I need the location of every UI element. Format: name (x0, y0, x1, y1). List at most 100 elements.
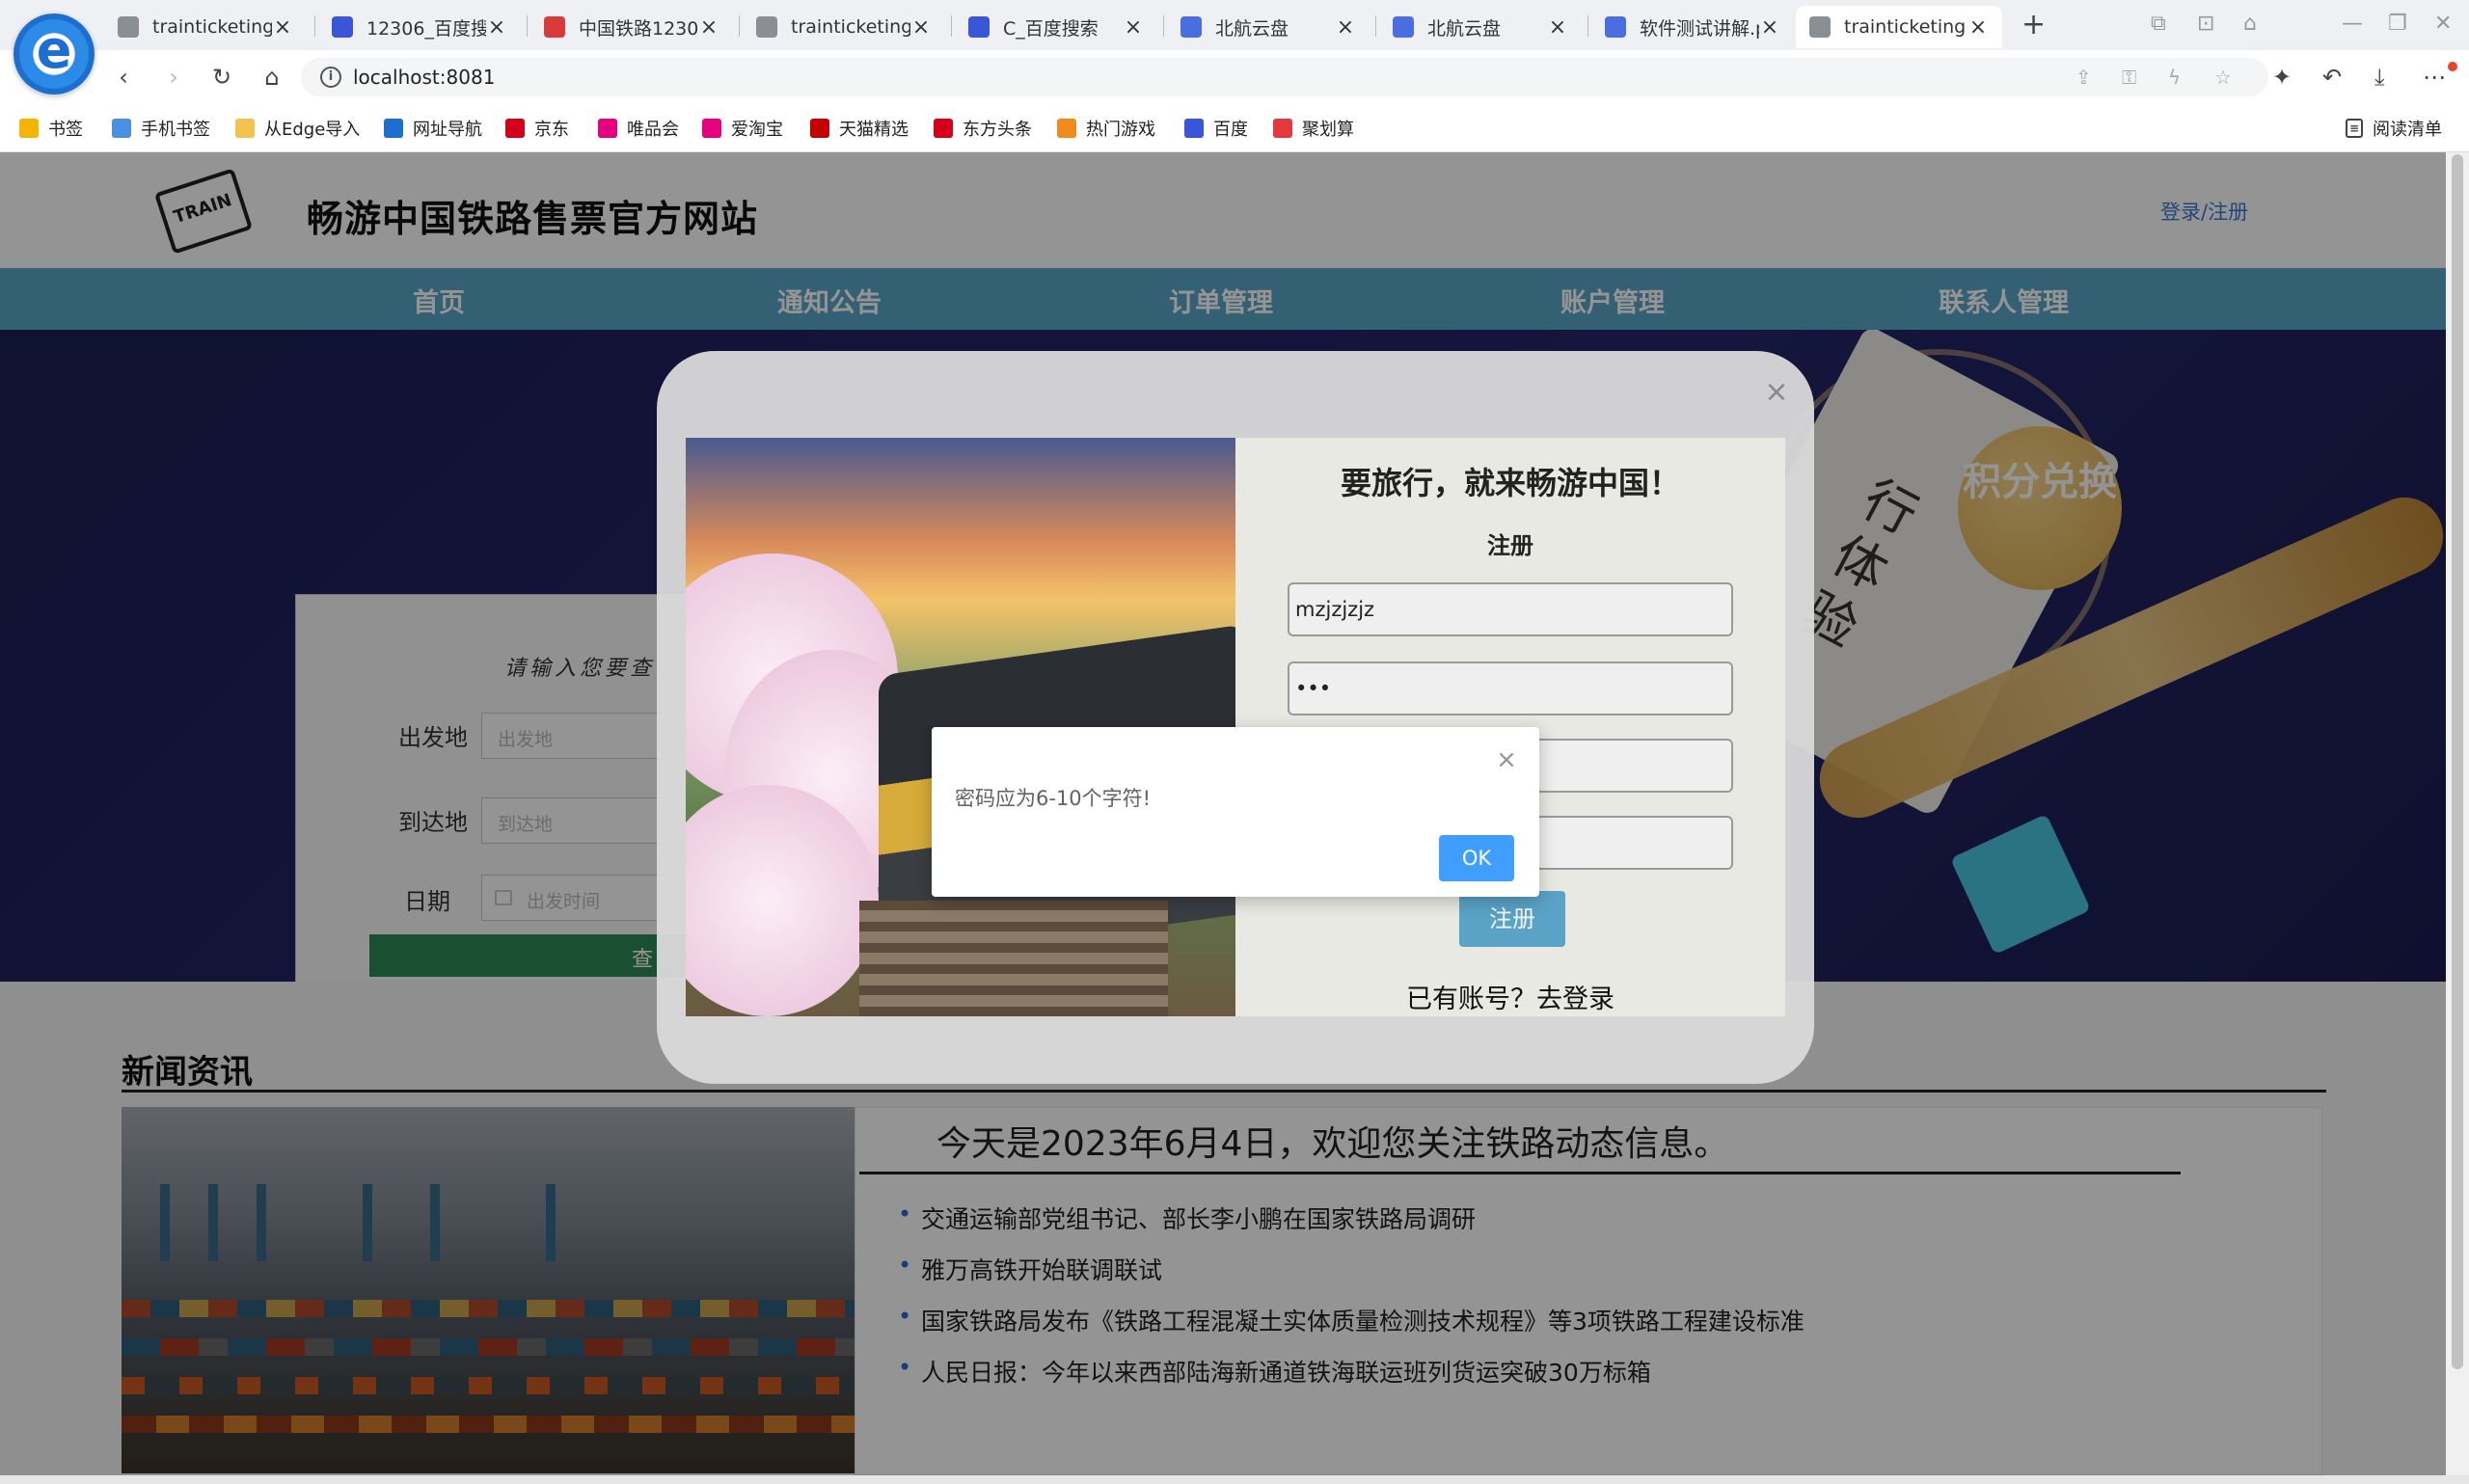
scrollbar-thumb[interactable] (2452, 154, 2463, 1369)
go-login-link[interactable]: 已有账号？去登录 (1235, 978, 1785, 1015)
bookmark-item[interactable]: 聚划算 (1273, 116, 1354, 141)
bookmark-item[interactable]: 热门游戏 (1057, 116, 1155, 141)
browser-tab[interactable]: trainticketing × (743, 6, 945, 48)
tab-favicon-icon (332, 16, 353, 38)
more-menu-icon[interactable]: ⋯ (2423, 64, 2446, 91)
bookmark-item[interactable]: 手机书签 (112, 116, 210, 141)
browser-tab[interactable]: C_百度搜索 × (955, 6, 1157, 48)
close-icon[interactable]: × (1762, 378, 1791, 407)
site-info-icon[interactable]: i (320, 67, 341, 88)
bookmark-favicon-icon (934, 119, 953, 138)
window-bottom-edge (0, 1475, 2469, 1484)
bookmark-favicon-icon (1273, 119, 1292, 138)
browser-tab[interactable]: 中国铁路12306 × (530, 6, 733, 48)
bookmark-label: 手机书签 (141, 120, 210, 140)
alert-ok-button[interactable]: OK (1439, 835, 1514, 881)
tab-title: 中国铁路12306 (579, 17, 698, 40)
close-window-icon[interactable]: ✕ (2434, 12, 2452, 36)
tab-close-icon[interactable]: × (1547, 15, 1568, 40)
page-scrollbar[interactable] (2446, 152, 2469, 1475)
bookmark-favicon-icon (235, 119, 255, 138)
minimize-icon[interactable]: — (2342, 12, 2363, 36)
browser-tab[interactable]: 12306_百度搜索× (318, 6, 521, 48)
extensions-icon[interactable]: ✦ (2272, 64, 2292, 91)
tab-actions-icon[interactable]: ⧉ (2151, 12, 2166, 36)
favorite-star-icon[interactable]: ☆ (2214, 66, 2232, 89)
password-input[interactable]: ••• (1288, 661, 1733, 715)
tab-favicon-icon (756, 16, 777, 38)
tab-separator (527, 15, 528, 37)
browser-tab[interactable]: 软件测试讲解.p × (1591, 6, 1794, 48)
reading-list[interactable]: ≡ 阅读清单 (2346, 116, 2442, 141)
tab-close-icon[interactable]: × (698, 15, 719, 40)
password-key-icon[interactable]: ⚿ (2122, 66, 2136, 89)
tab-close-icon[interactable]: × (272, 15, 293, 40)
bookmark-item[interactable]: 从Edge导入 (235, 116, 360, 141)
bookmarks-bar: 书签 手机书签 从Edge导入 网址导航 京东 唯品会 爱淘宝 天猫精选 东方头条 热门游戏 百度 聚… (0, 104, 2469, 152)
username-input[interactable]: mzjzjzjz (1288, 582, 1733, 636)
bookmark-item[interactable]: 网址导航 (384, 116, 482, 141)
bookmark-item[interactable]: 京东 (505, 116, 569, 141)
tab-separator (951, 15, 952, 37)
bookmark-item[interactable]: 天猫精选 (810, 116, 909, 141)
tab-close-icon[interactable]: × (486, 15, 507, 40)
browser-tab-bar: trainticketing×12306_百度搜索×中国铁路12306×trai… (0, 0, 2469, 50)
tab-close-icon[interactable]: × (1123, 15, 1144, 40)
restore-icon[interactable]: ❐ (2388, 12, 2407, 36)
tab-separator (1587, 15, 1588, 37)
collections-icon[interactable]: ⊡ (2197, 12, 2214, 36)
tab-title: 北航云盘 (1215, 17, 1289, 40)
download-icon[interactable]: ⤓ (2374, 64, 2385, 91)
bookmark-item[interactable]: 爱淘宝 (702, 116, 783, 141)
tab-title: C_百度搜索 (1003, 17, 1099, 40)
tab-favicon-icon (968, 16, 990, 38)
reading-list-label: 阅读清单 (2373, 120, 2442, 140)
alert-message: 密码应为6-10个字符! (955, 787, 1152, 810)
bookmark-favicon-icon (810, 119, 829, 138)
bookmark-item[interactable]: 百度 (1184, 116, 1248, 141)
tab-favicon-icon (544, 16, 565, 38)
bookmark-item[interactable]: 东方头条 (934, 116, 1032, 141)
web-page: TRAIN 畅游中国铁路售票官方网站 登录/注册 首页 通知公告 订单管理 账户… (0, 152, 2446, 1475)
back-icon[interactable]: ‹ (108, 62, 139, 93)
browser-tab[interactable]: 北航云盘 × (1379, 6, 1582, 48)
alert-dialog: × 密码应为6-10个字符! OK (932, 727, 1539, 897)
browser-tab[interactable]: trainticketing × (104, 6, 307, 48)
tab-separator (739, 15, 740, 37)
browser-tab[interactable]: trainticketing × (1796, 6, 2002, 48)
forward-icon[interactable]: › (158, 62, 189, 93)
bookmark-label: 热门游戏 (1086, 120, 1155, 140)
browser-tab[interactable]: 北航云盘 × (1167, 6, 1370, 48)
register-modal: × 要旅行，就来畅游中国！ 注册 mzjzjzjz ••• 注册 已有账号？去登… (657, 351, 1814, 1084)
bookmark-item[interactable]: 唯品会 (598, 116, 679, 141)
alert-close-icon[interactable]: × (1493, 746, 1520, 773)
register-button[interactable]: 注册 (1459, 891, 1565, 947)
tab-title: trainticketing (791, 16, 910, 38)
tab-title: 北航云盘 (1427, 17, 1502, 40)
tab-separator (1163, 15, 1164, 37)
bookmark-item[interactable]: 书签 (19, 116, 83, 141)
tab-close-icon[interactable]: × (1967, 15, 1989, 40)
tab-title: 软件测试讲解.p (1640, 17, 1759, 40)
tab-close-icon[interactable]: × (1759, 15, 1780, 40)
extensions-shirt-icon[interactable]: ⌂ (2243, 12, 2257, 36)
share-icon[interactable]: ⇪ (2076, 66, 2092, 89)
tab-separator (314, 15, 315, 37)
register-button-label: 注册 (1489, 905, 1535, 932)
home-icon[interactable]: ⌂ (257, 62, 287, 93)
url-field[interactable]: i localhost:8081 ⇪ ⚿ ϟ ☆ (301, 58, 2268, 96)
bookmark-label: 唯品会 (627, 120, 679, 140)
lightning-icon[interactable]: ϟ (2168, 66, 2181, 89)
tab-close-icon[interactable]: × (910, 15, 932, 40)
tab-favicon-icon (1393, 16, 1414, 38)
bookmark-label: 百度 (1213, 120, 1248, 140)
undo-icon[interactable]: ↶ (2322, 64, 2342, 91)
tab-close-icon[interactable]: × (1335, 15, 1356, 40)
reload-icon[interactable]: ↻ (206, 62, 237, 93)
reading-list-icon: ≡ (2346, 119, 2363, 138)
browser-logo-icon[interactable] (14, 13, 95, 94)
url-text[interactable]: localhost:8081 (353, 66, 495, 89)
tab-title: trainticketing (152, 16, 272, 38)
bookmark-label: 书签 (48, 120, 83, 140)
new-tab-icon[interactable]: + (2021, 8, 2046, 41)
